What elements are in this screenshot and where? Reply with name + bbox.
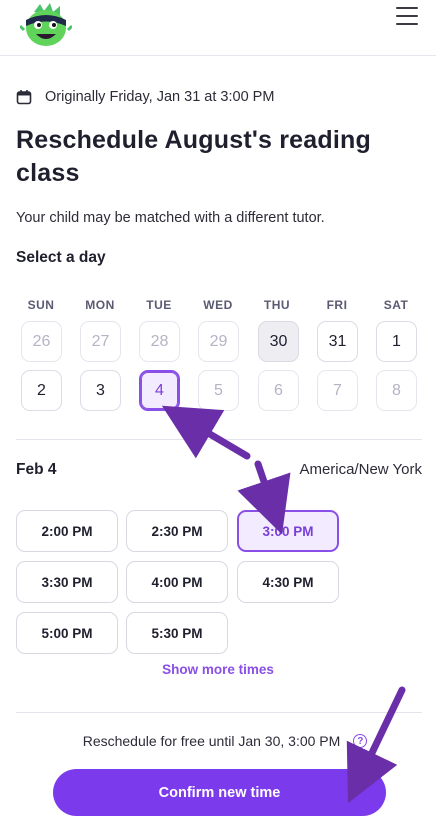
day-cell: 5 — [198, 370, 239, 411]
confirm-new-time-button[interactable]: Confirm new time — [53, 769, 386, 816]
annotation-arrow-to-day — [161, 405, 251, 460]
time-slot-button-selected[interactable]: 3:00 PM — [237, 510, 339, 552]
time-slot-button[interactable]: 5:30 PM — [126, 612, 228, 654]
top-bar — [0, 0, 436, 56]
classdojo-monster-logo-icon[interactable] — [20, 2, 72, 50]
question-circle-icon[interactable]: ? — [353, 734, 368, 748]
day-cell: 29 — [198, 321, 239, 362]
day-cell[interactable]: 2 — [21, 370, 62, 411]
day-cell: 28 — [139, 321, 180, 362]
weekday-wed: WED — [203, 298, 233, 312]
weekday-sat: SAT — [383, 298, 409, 312]
time-slot-button[interactable]: 4:00 PM — [126, 561, 228, 603]
original-time-text: Originally Friday, Jan 31 at 3:00 PM — [45, 89, 275, 105]
day-cell-selected[interactable]: 4 — [139, 370, 180, 411]
original-time-row: Originally Friday, Jan 31 at 3:00 PM — [16, 86, 274, 108]
day-cell: 27 — [80, 321, 121, 362]
free-reschedule-row: Reschedule for free until Jan 30, 3:00 P… — [0, 733, 436, 749]
time-slot-button[interactable]: 2:00 PM — [16, 510, 118, 552]
weekday-header: SUN MON TUE WED THU FRI SAT — [0, 298, 436, 314]
day-cell[interactable]: 3 — [80, 370, 121, 411]
day-cell: 7 — [317, 370, 358, 411]
weekday-tue: TUE — [146, 298, 172, 312]
selected-date-label: Feb 4 — [16, 461, 57, 478]
time-slot-button[interactable]: 2:30 PM — [126, 510, 228, 552]
weekday-mon: MON — [85, 298, 115, 312]
day-cell[interactable]: 31 — [317, 321, 358, 362]
section-divider — [16, 439, 422, 440]
select-day-heading: Select a day — [16, 249, 106, 266]
weekday-thu: THU — [263, 298, 291, 312]
page-subtitle: Your child may be matched with a differe… — [16, 210, 325, 226]
day-cell: 6 — [258, 370, 299, 411]
show-more-times-link[interactable]: Show more times — [0, 662, 436, 677]
time-slot-button[interactable]: 5:00 PM — [16, 612, 118, 654]
day-cell[interactable]: 1 — [376, 321, 417, 362]
free-reschedule-text: Reschedule for free until Jan 30, 3:00 P… — [82, 733, 341, 749]
annotation-arrow-to-slot — [237, 460, 291, 535]
weekday-fri: FRI — [326, 298, 348, 312]
hamburger-menu-icon[interactable] — [396, 6, 418, 26]
day-cell-original[interactable]: 30 — [258, 321, 299, 362]
day-cell: 26 — [21, 321, 62, 362]
calendar-icon — [16, 90, 32, 105]
time-slot-button[interactable]: 4:30 PM — [237, 561, 339, 603]
page-title: Reschedule August's reading class — [16, 126, 371, 187]
time-slot-button[interactable]: 3:30 PM — [16, 561, 118, 603]
timezone-label: America/New York — [299, 461, 422, 478]
weekday-sun: SUN — [27, 298, 55, 312]
footer-divider — [16, 712, 422, 713]
day-cell: 8 — [376, 370, 417, 411]
